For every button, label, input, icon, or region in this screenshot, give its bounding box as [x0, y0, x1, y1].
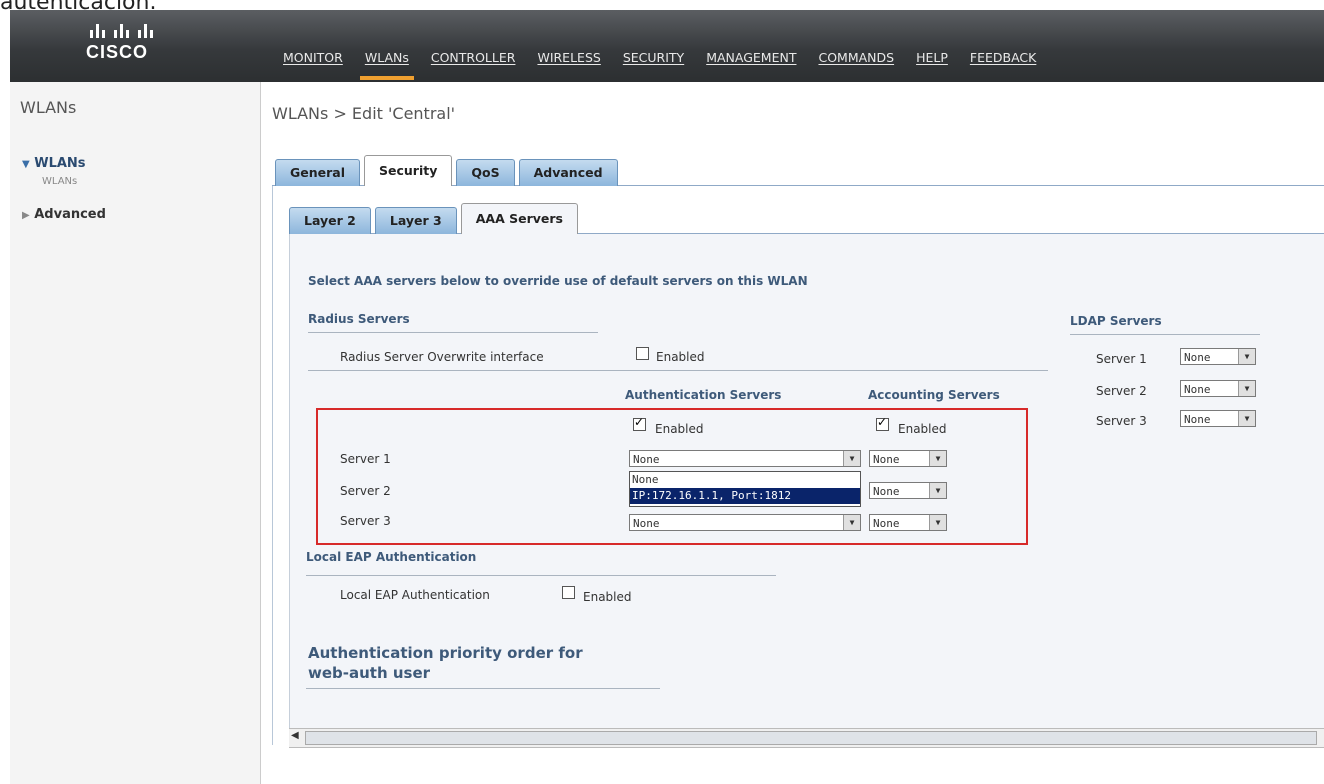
- auth-server3-select[interactable]: None ▼: [629, 514, 861, 531]
- priority-order-title-line2: web-auth user: [308, 664, 431, 682]
- acct-server1-value: None: [873, 453, 900, 466]
- ldap-server1-select[interactable]: None ▼: [1180, 348, 1256, 365]
- ldap-server3-label: Server 3: [1096, 414, 1147, 428]
- server3-label: Server 3: [340, 514, 391, 528]
- sidebar-title: WLANs: [20, 98, 77, 117]
- subtab-aaa-servers[interactable]: AAA Servers: [460, 203, 578, 234]
- nav-wireless[interactable]: WIRELESS: [526, 50, 611, 80]
- acct-server2-value: None: [873, 485, 900, 498]
- nav-monitor[interactable]: MONITOR: [272, 50, 354, 80]
- ldap-server2-value: None: [1184, 383, 1211, 396]
- local-eap-label: Local EAP Authentication: [340, 588, 490, 602]
- radius-servers-title: Radius Servers: [308, 312, 410, 326]
- auth-server3-value: None: [633, 517, 660, 530]
- sidebar-item-label: WLANs: [34, 156, 86, 171]
- subtab-layer3[interactable]: Layer 3: [374, 207, 457, 234]
- divider: [1070, 334, 1260, 335]
- acct-server2-select[interactable]: None ▼: [869, 482, 947, 499]
- dropdown-arrow-icon: ▼: [929, 515, 946, 530]
- server1-label: Server 1: [340, 452, 391, 466]
- auth-enabled-label: Enabled: [655, 422, 704, 436]
- acct-server1-select[interactable]: None ▼: [869, 450, 947, 467]
- dropdown-arrow-icon: ▼: [843, 515, 860, 530]
- nav-commands[interactable]: COMMANDS: [807, 50, 905, 80]
- dropdown-arrow-icon: ▼: [1238, 349, 1255, 364]
- overwrite-enabled-checkbox[interactable]: [636, 347, 649, 360]
- overwrite-interface-label: Radius Server Overwrite interface: [340, 350, 544, 364]
- cisco-logo-bars-icon: [90, 16, 153, 38]
- main-tabs: General Security QoS Advanced: [275, 155, 618, 186]
- acct-servers-header: Accounting Servers: [868, 388, 1000, 402]
- divider: [306, 688, 660, 689]
- priority-order-title-line1: Authentication priority order for: [308, 644, 583, 662]
- acct-enabled-checkbox[interactable]: [876, 415, 889, 431]
- dropdown-option[interactable]: None: [630, 472, 860, 488]
- nav-help[interactable]: HELP: [905, 50, 959, 80]
- divider: [308, 370, 1048, 371]
- dropdown-arrow-icon: ▼: [843, 451, 860, 466]
- expanded-arrow-icon: ▼: [22, 159, 30, 170]
- sidebar: WLANs ▼ WLANs WLANs ▶ Advanced: [10, 82, 261, 784]
- sub-tabs: Layer 2 Layer 3 AAA Servers: [289, 203, 578, 234]
- page-title: WLANs > Edit 'Central': [272, 104, 456, 123]
- acct-server3-select[interactable]: None ▼: [869, 514, 947, 531]
- sidebar-item-label: Advanced: [34, 207, 106, 222]
- ldap-server3-select[interactable]: None ▼: [1180, 410, 1256, 427]
- nav-wlans[interactable]: WLANs: [354, 50, 420, 80]
- tab-general[interactable]: General: [275, 159, 360, 186]
- horizontal-scrollbar[interactable]: ◀: [289, 728, 1324, 748]
- tab-advanced[interactable]: Advanced: [518, 159, 618, 186]
- auth-server1-select[interactable]: None ▼: [629, 450, 861, 467]
- nav-feedback[interactable]: FEEDBACK: [959, 50, 1047, 80]
- ldap-server1-label: Server 1: [1096, 352, 1147, 366]
- auth-server1-value: None: [633, 453, 660, 466]
- ldap-server3-value: None: [1184, 413, 1211, 426]
- ldap-server2-select[interactable]: None ▼: [1180, 380, 1256, 397]
- dropdown-arrow-icon: ▼: [1238, 411, 1255, 426]
- cisco-logo: CISCO: [80, 16, 180, 76]
- local-eap-title: Local EAP Authentication: [306, 550, 477, 564]
- auth-enabled-checkbox[interactable]: [633, 415, 646, 431]
- acct-server3-value: None: [873, 517, 900, 530]
- divider: [306, 575, 776, 576]
- divider: [308, 332, 598, 333]
- aaa-intro: Select AAA servers below to override use…: [308, 274, 808, 288]
- dropdown-arrow-icon: ▼: [929, 483, 946, 498]
- scroll-left-arrow-icon[interactable]: ◀: [291, 730, 299, 741]
- local-eap-enabled-label: Enabled: [583, 590, 632, 604]
- dropdown-option-selected[interactable]: IP:172.16.1.1, Port:1812: [630, 488, 860, 504]
- nav-security[interactable]: SECURITY: [612, 50, 695, 80]
- sidebar-item-advanced[interactable]: ▶ Advanced: [22, 207, 106, 222]
- top-bar: CISCO MONITOR WLANs CONTROLLER WIRELESS …: [10, 10, 1324, 82]
- ldap-server1-value: None: [1184, 351, 1211, 364]
- sidebar-item-wlans[interactable]: ▼ WLANs: [22, 156, 86, 171]
- ldap-server2-label: Server 2: [1096, 384, 1147, 398]
- local-eap-enabled-checkbox[interactable]: [562, 586, 575, 599]
- cisco-logo-text: CISCO: [86, 42, 149, 62]
- ldap-servers-title: LDAP Servers: [1070, 314, 1162, 328]
- tab-security[interactable]: Security: [364, 155, 453, 186]
- tab-qos[interactable]: QoS: [456, 159, 515, 186]
- auth-server2-dropdown-list[interactable]: None IP:172.16.1.1, Port:1812: [629, 471, 861, 507]
- scrollbar-thumb[interactable]: [305, 731, 1317, 745]
- overwrite-enabled-label: Enabled: [656, 350, 705, 364]
- server2-label: Server 2: [340, 484, 391, 498]
- subtab-layer2[interactable]: Layer 2: [289, 207, 371, 234]
- main-nav: MONITOR WLANs CONTROLLER WIRELESS SECURI…: [272, 50, 1047, 80]
- acct-enabled-label: Enabled: [898, 422, 947, 436]
- dropdown-arrow-icon: ▼: [1238, 381, 1255, 396]
- auth-servers-header: Authentication Servers: [625, 388, 782, 402]
- nav-controller[interactable]: CONTROLLER: [420, 50, 527, 80]
- dropdown-arrow-icon: ▼: [929, 451, 946, 466]
- sidebar-subitem-wlans[interactable]: WLANs: [42, 176, 77, 187]
- nav-management[interactable]: MANAGEMENT: [695, 50, 807, 80]
- collapsed-arrow-icon: ▶: [22, 210, 30, 221]
